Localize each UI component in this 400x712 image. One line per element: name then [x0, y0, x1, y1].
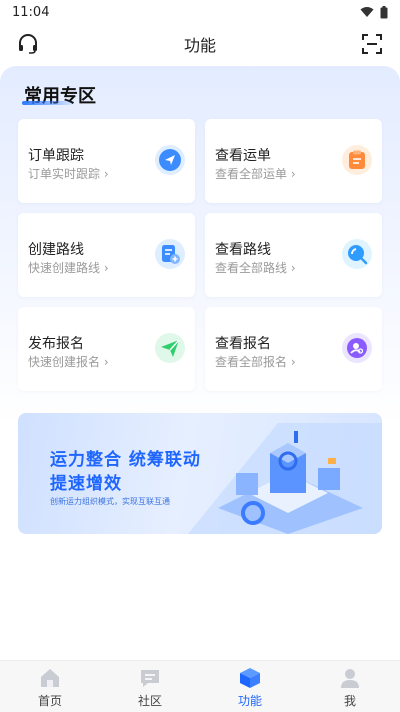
bottom-tabbar: 首页 社区 功能 我 [0, 660, 400, 712]
battery-icon [380, 5, 388, 18]
home-icon [41, 669, 59, 687]
card-subtitle: 快速创建路线 › [28, 261, 109, 275]
section-title-underline [22, 101, 72, 105]
card-subtitle: 查看全部报名 › [215, 355, 296, 369]
tab-label: 功能 [237, 694, 262, 708]
tab-label: 首页 [37, 694, 62, 708]
tab-functions[interactable]: 功能 [200, 661, 300, 712]
card-view-signup[interactable]: 查看报名 查看全部报名 › [205, 307, 382, 391]
card-view-route[interactable]: 查看路线 查看全部路线 › [205, 213, 382, 297]
scan-icon[interactable] [360, 32, 384, 56]
header: 功能 [0, 24, 400, 64]
status-time: 11:04 [12, 4, 50, 20]
card-subtitle: 订单实时跟踪 › [28, 167, 109, 181]
card-subtitle: 快速创建报名 › [28, 355, 109, 369]
banner-headline-2: 提速增效 [50, 474, 122, 494]
tab-home[interactable]: 首页 [0, 661, 100, 712]
tab-label: 我 [343, 694, 356, 708]
card-title: 查看路线 [215, 242, 271, 258]
card-title: 创建路线 [28, 242, 84, 258]
send-icon [155, 145, 185, 175]
paper-plane-icon [155, 333, 185, 363]
route-add-icon [155, 239, 185, 269]
promo-banner[interactable]: 运力整合 统筹联动 提速增效 创新运力组织模式，实现互联互通 [18, 413, 382, 534]
card-title: 订单跟踪 [28, 148, 84, 164]
card-title: 发布报名 [28, 336, 84, 352]
card-title: 查看报名 [215, 336, 271, 352]
tab-community[interactable]: 社区 [100, 661, 200, 712]
tab-label: 社区 [137, 694, 162, 708]
card-view-waybill[interactable]: 查看运单 查看全部运单 › [205, 119, 382, 203]
card-create-route[interactable]: 创建路线 快速创建路线 › [18, 213, 195, 297]
wifi-icon [360, 7, 374, 17]
headset-icon[interactable] [16, 32, 40, 56]
card-order-tracking[interactable]: 订单跟踪 订单实时跟踪 › [18, 119, 195, 203]
card-subtitle: 查看全部运单 › [215, 167, 296, 181]
cube-icon [240, 668, 260, 688]
chat-icon [141, 670, 159, 687]
search-route-icon [342, 239, 372, 269]
clipboard-icon [342, 145, 372, 175]
person-icon [341, 669, 359, 688]
user-search-icon [342, 333, 372, 363]
banner-headline: 运力整合 统筹联动 [50, 450, 201, 470]
card-title: 查看运单 [215, 148, 271, 164]
page-title: 功能 [183, 36, 216, 55]
card-subtitle: 查看全部路线 › [215, 261, 296, 275]
status-bar: 11:04 [0, 0, 400, 24]
card-publish-signup[interactable]: 发布报名 快速创建报名 › [18, 307, 195, 391]
tab-me[interactable]: 我 [300, 661, 400, 712]
banner-subtitle: 创新运力组织模式，实现互联互通 [50, 497, 170, 506]
status-icons [360, 5, 388, 19]
